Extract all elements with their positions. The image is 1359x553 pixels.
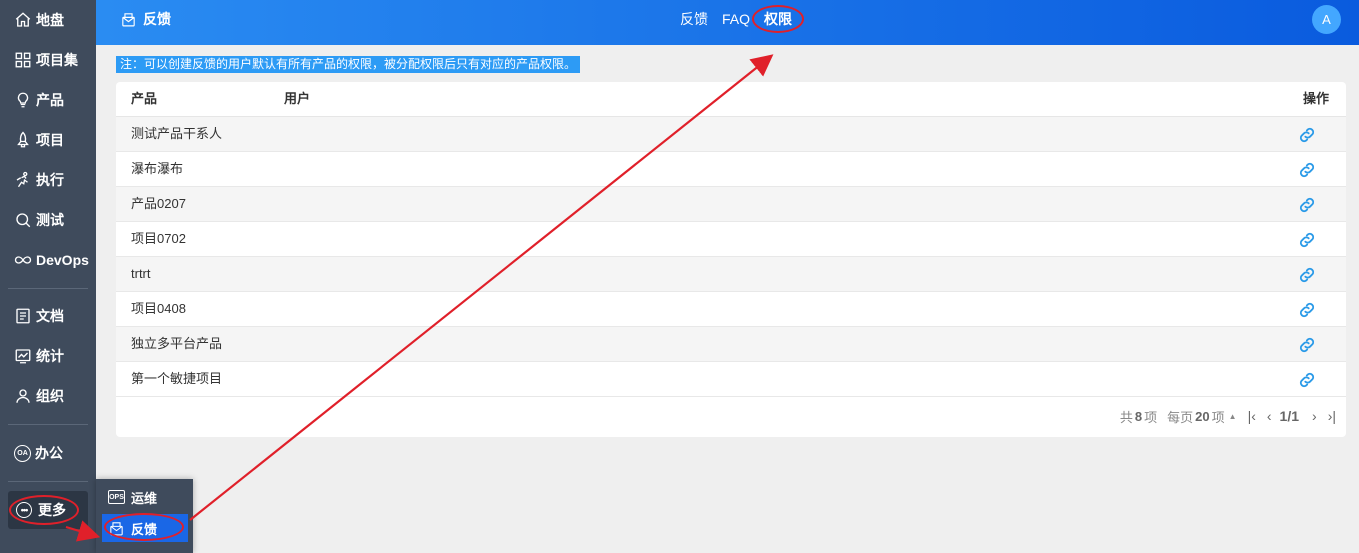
page-title: 反馈 — [120, 0, 171, 38]
infinity-icon — [14, 251, 32, 269]
pager-total: 8 — [1134, 408, 1143, 424]
link-icon[interactable] — [1297, 160, 1317, 180]
submenu-label: 运维 — [131, 490, 158, 506]
annotation-ring-feedback — [104, 513, 184, 541]
column-header-user[interactable]: 用户 — [284, 82, 310, 117]
permission-table: 产品 用户 操作 测试产品干系人 瀑布瀑布产品0207 项目0702 trtrt 项目0… — [116, 82, 1346, 437]
run-icon — [14, 171, 32, 189]
annotation-ring-permission-tab — [752, 5, 804, 33]
caret-up-icon: ▲ — [1228, 411, 1237, 421]
column-header-product[interactable]: 产品 — [131, 82, 157, 117]
nav-label: 地盘 — [36, 12, 64, 28]
nav-item-devops[interactable]: DevOps — [0, 240, 96, 280]
nav-label: DevOps — [36, 252, 89, 268]
table-row: trtrt — [116, 257, 1346, 292]
table-row: 测试产品干系人 — [116, 117, 1346, 152]
nav-item-project[interactable]: 项目 — [0, 120, 96, 160]
table-row: 项目0408 — [116, 292, 1346, 327]
product-name: 第一个敏捷项目 — [131, 371, 223, 386]
tab-feedback[interactable]: 反馈 — [680, 9, 708, 29]
product-name: 独立多平台产品 — [131, 336, 223, 351]
nav-label: 统计 — [36, 348, 64, 364]
nav-label: 产品 — [36, 92, 64, 108]
sidebar: 地盘 项目集 产品 项目 执行 测试 DevOps 文档 统计 组织 OA 办公 — [0, 0, 96, 553]
nav-item-report[interactable]: 统计 — [0, 336, 96, 376]
top-header: 反馈 反馈 FAQ 权限 A — [96, 0, 1359, 45]
table-row: 独立多平台产品 — [116, 327, 1346, 362]
link-icon[interactable] — [1297, 300, 1317, 320]
ops-icon: OPS — [108, 490, 125, 504]
nav-label: 办公 — [35, 445, 63, 461]
link-icon[interactable] — [1297, 195, 1317, 215]
sidebar-divider — [8, 481, 88, 482]
nav-item-doc[interactable]: 文档 — [0, 296, 96, 336]
pager-page: 1/1 — [1279, 408, 1300, 424]
oa-icon: OA — [14, 444, 31, 462]
pager-total-suffix: 项 — [1144, 409, 1158, 425]
link-icon[interactable] — [1297, 370, 1317, 390]
link-icon[interactable] — [1297, 265, 1317, 285]
nav-item-org[interactable]: 组织 — [0, 376, 96, 416]
user-icon — [14, 387, 32, 405]
nav-item-dashboard[interactable]: 地盘 — [0, 0, 96, 40]
nav-item-product[interactable]: 产品 — [0, 80, 96, 120]
table-row: 产品0207 — [116, 187, 1346, 222]
last-page-icon[interactable]: ›| — [1328, 408, 1336, 424]
product-name: 项目0702 — [131, 231, 186, 246]
tab-faq[interactable]: FAQ — [722, 11, 750, 27]
chart-icon — [14, 347, 32, 365]
sidebar-divider — [8, 288, 88, 289]
first-page-icon[interactable]: |‹ — [1248, 408, 1256, 424]
nav-item-oa[interactable]: OA 办公 — [0, 433, 96, 473]
pager-per-page-prefix: 每页 — [1167, 409, 1194, 425]
nav-item-execution[interactable]: 执行 — [0, 160, 96, 200]
pager-per-page-suffix: 项 — [1211, 409, 1225, 425]
product-name: trtrt — [131, 266, 151, 281]
table-row: 瀑布瀑布 — [116, 152, 1346, 187]
product-name: 测试产品干系人 — [131, 126, 223, 141]
nav-label: 组织 — [36, 388, 64, 404]
magnifier-icon — [14, 211, 32, 229]
product-name: 瀑布瀑布 — [131, 161, 184, 176]
table-row: 第一个敏捷项目 — [116, 362, 1346, 397]
rocket-icon — [14, 131, 32, 149]
pager-per-page-value: 20 — [1195, 408, 1210, 424]
pager-per-page[interactable]: 每页 20 项 ▲ — [1167, 407, 1236, 426]
product-name: 项目0408 — [131, 301, 186, 316]
nav-label: 项目 — [36, 132, 64, 148]
permission-note: 注：可以创建反馈的用户默认有所有产品的权限，被分配权限后只有对应的产品权限。 — [116, 56, 581, 73]
sidebar-divider — [8, 424, 88, 425]
nav-label: 文档 — [36, 308, 64, 324]
submenu-item-ops[interactable]: OPS 运维 — [102, 483, 188, 511]
nav-item-program[interactable]: 项目集 — [0, 40, 96, 80]
link-icon[interactable] — [1297, 335, 1317, 355]
page-title-text: 反馈 — [143, 11, 171, 27]
link-icon[interactable] — [1297, 230, 1317, 250]
pagination: 共 8 项 每页 20 项 ▲ |‹ ‹ 1/1 › ›| — [1120, 407, 1336, 425]
home-icon — [14, 11, 32, 29]
document-icon — [14, 307, 32, 325]
annotation-ring-more — [9, 495, 79, 525]
product-name: 产品0207 — [131, 196, 186, 211]
pager-total-prefix: 共 — [1119, 409, 1133, 425]
link-icon[interactable] — [1297, 125, 1317, 145]
avatar[interactable]: A — [1312, 5, 1341, 34]
nav-label: 执行 — [36, 172, 64, 188]
feedback-icon — [122, 12, 135, 26]
nav-label: 测试 — [36, 212, 64, 228]
lightbulb-icon — [14, 91, 32, 109]
next-page-icon[interactable]: › — [1312, 408, 1317, 424]
table-row: 项目0702 — [116, 222, 1346, 257]
column-header-action: 操作 — [1303, 91, 1330, 106]
prev-page-icon[interactable]: ‹ — [1267, 408, 1272, 424]
table-header: 产品 用户 操作 — [116, 82, 1346, 117]
grid-icon — [14, 51, 32, 69]
nav-item-test[interactable]: 测试 — [0, 200, 96, 240]
nav-label: 项目集 — [36, 52, 78, 68]
